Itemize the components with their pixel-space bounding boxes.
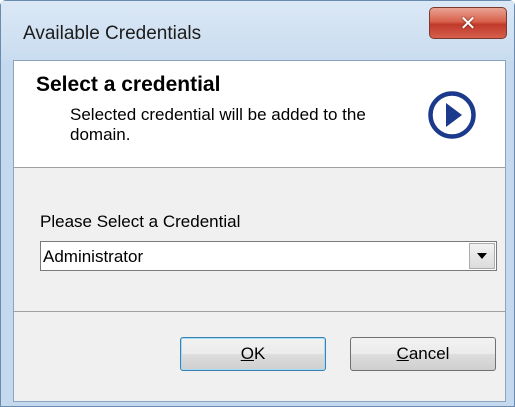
title-bar[interactable]: Available Credentials ✕ [1,1,514,61]
cancel-button-label: ancel [408,344,450,363]
dropdown-arrow-button[interactable] [469,243,495,269]
close-icon: ✕ [459,11,477,35]
credential-select-value: Administrator [43,247,144,266]
close-button[interactable]: ✕ [429,7,507,39]
ok-button[interactable]: OK [180,337,326,371]
chevron-down-icon [477,253,487,259]
cancel-button[interactable]: Cancel [350,337,496,371]
header-title: Select a credential [36,73,221,96]
dialog-window: Available Credentials ✕ Select a credent… [0,0,515,407]
ok-button-mnemonic: O [240,344,254,363]
credential-select[interactable]: Administrator [40,241,497,271]
header-panel: Select a credential Selected credential … [14,61,505,168]
ok-button-label: K [253,344,266,363]
credential-label: Please Select a Credential [40,212,241,231]
window-title: Available Credentials [23,23,202,44]
cancel-button-mnemonic: C [396,344,409,363]
dialog-content: Select a credential Selected credential … [13,60,506,402]
play-arrow-circle-icon [428,91,476,139]
header-subtitle: Selected credential will be added to the… [70,105,366,144]
form-panel: Please Select a Credential Administrator [14,168,505,312]
